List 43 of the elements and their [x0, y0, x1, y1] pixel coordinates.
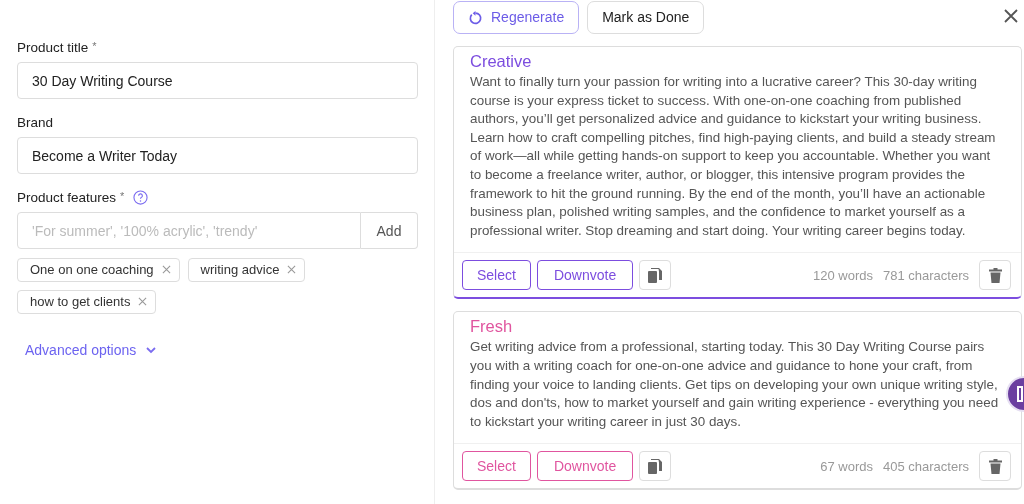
field-label: Brand: [17, 115, 54, 130]
character-count: 405 characters: [883, 458, 969, 474]
trash-icon: [988, 267, 1002, 283]
feature-field[interactable]: 'For summer', '100% acrylic', 'trendy': [17, 212, 361, 249]
result-title: Creative: [469, 51, 533, 71]
result-title: Fresh: [469, 316, 514, 337]
remove-icon[interactable]: [287, 265, 297, 274]
add-button[interactable]: Add: [361, 212, 418, 249]
word-count: 67 words: [820, 458, 873, 474]
brand-field[interactable]: Become a Writer Today: [17, 137, 418, 174]
close-icon[interactable]: [1004, 9, 1018, 23]
copy-button[interactable]: [639, 260, 672, 291]
delete-button[interactable]: [979, 260, 1011, 291]
select-button[interactable]: Select: [462, 451, 531, 482]
title-field[interactable]: 30 Day Writing Course: [17, 62, 418, 99]
refresh-icon: [468, 9, 483, 25]
mark-done-button[interactable]: Mark as Done: [587, 0, 705, 34]
required-mark: *: [92, 40, 97, 52]
tag-label: One on one coaching: [30, 262, 154, 277]
result-text: Want to finally turn your passion for writing into a lucrative career? This 30-day writing course is your express ticket to success. With one-on-one coaching from published authors, you’ll get personalized advice and guidance to kickstart your writing business. Learn how to craft compelling pitches, find high-paying clients, and build a steady stream of work—all while getting hands-on support to keep you accountable. Whether you want to become a freelance writer, author, or blogger, this intensive program provides the framework to hit the ground running. By the end of the month, you’ll have an actionable business plan, polished writing samples, and the confidence to market yourself as a professional writer. Stop dreaming and start doing. Your writing career begins today.: [470, 73, 997, 240]
word-count: 120 words: [813, 267, 873, 283]
advanced-options-link[interactable]: Advanced options: [25, 342, 418, 358]
result-text: Get writing advice from a professional, starting today. This 30 Day Writing Course pairs you with a writing coach for one-on-one advice and guidance to hone your craft, from finding your voice to landing clients. Get tips on developing your own unique writing style, dos and don'ts, how to market yourself and gain writing experience - everything you need to kickstart your writing career in just 30 days.: [470, 338, 999, 431]
chevron-down-icon: [146, 346, 157, 354]
field-label: Product title: [17, 40, 89, 55]
remove-icon[interactable]: [161, 265, 171, 274]
copy-button[interactable]: [639, 451, 672, 482]
select-button[interactable]: Select: [462, 260, 531, 291]
help-icon[interactable]: [133, 190, 149, 205]
character-count: 781 characters: [883, 267, 969, 283]
trash-icon: [988, 458, 1002, 474]
regenerate-button[interactable]: Regenerate: [453, 0, 580, 34]
copy-icon: [648, 267, 663, 283]
tag-label: writing advice: [200, 262, 280, 277]
remove-icon[interactable]: [138, 297, 148, 306]
field-label: Product features: [17, 190, 117, 205]
delete-button[interactable]: [979, 451, 1011, 482]
downvote-button[interactable]: Downvote: [536, 260, 634, 291]
downvote-button[interactable]: Downvote: [536, 451, 634, 482]
copy-icon: [648, 458, 663, 474]
required-mark: *: [120, 190, 125, 202]
tag-label: how to get clients: [30, 294, 131, 309]
widget-icon[interactable]: [1006, 376, 1024, 412]
